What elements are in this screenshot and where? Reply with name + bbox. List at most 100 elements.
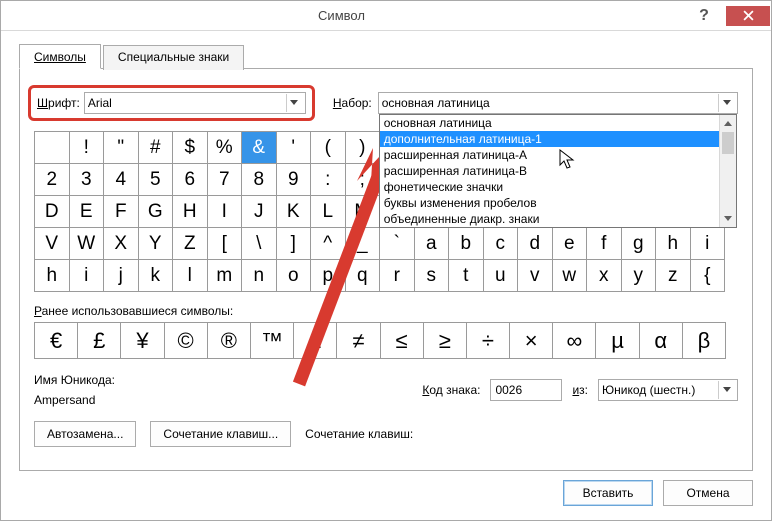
char-cell[interactable]: w (553, 260, 588, 292)
char-cell[interactable]: f (587, 228, 622, 260)
set-combo[interactable]: основная латиница основная латиницадопол… (378, 92, 738, 114)
char-cell[interactable]: i (70, 260, 105, 292)
char-cell[interactable]: L (311, 196, 346, 228)
char-cell[interactable]: t (449, 260, 484, 292)
char-cell[interactable]: ( (311, 132, 346, 164)
recent-cell[interactable]: ∞ (553, 323, 596, 359)
code-input[interactable] (490, 379, 562, 401)
recent-cell[interactable]: € (35, 323, 78, 359)
set-option[interactable]: основная латиница (380, 115, 719, 131)
char-cell[interactable]: Y (139, 228, 174, 260)
recent-cell[interactable]: β (683, 323, 726, 359)
char-cell[interactable]: e (553, 228, 588, 260)
char-cell[interactable]: 9 (277, 164, 312, 196)
shortcut-button[interactable]: Сочетание клавиш... (150, 421, 291, 447)
char-cell[interactable]: i (691, 228, 726, 260)
char-cell[interactable]: 4 (104, 164, 139, 196)
char-cell[interactable]: ^ (311, 228, 346, 260)
char-cell[interactable]: ' (277, 132, 312, 164)
char-cell[interactable]: M (346, 196, 381, 228)
cancel-button[interactable]: Отмена (663, 480, 753, 506)
char-cell[interactable]: 2 (35, 164, 70, 196)
char-cell[interactable]: 8 (242, 164, 277, 196)
tab-symbols[interactable]: Символы (19, 44, 101, 69)
char-cell[interactable]: $ (173, 132, 208, 164)
char-cell[interactable]: g (622, 228, 657, 260)
recent-cell[interactable]: ÷ (467, 323, 510, 359)
recent-cell[interactable]: × (510, 323, 553, 359)
recent-cell[interactable]: £ (78, 323, 121, 359)
char-cell[interactable]: b (449, 228, 484, 260)
recent-cell[interactable]: ™ (251, 323, 294, 359)
char-cell[interactable]: ; (346, 164, 381, 196)
char-cell[interactable]: { (691, 260, 726, 292)
char-cell[interactable]: " (104, 132, 139, 164)
char-cell[interactable]: % (208, 132, 243, 164)
char-cell[interactable]: : (311, 164, 346, 196)
autocorrect-button[interactable]: Автозамена... (34, 421, 136, 447)
char-cell[interactable]: r (380, 260, 415, 292)
char-cell[interactable]: ` (380, 228, 415, 260)
char-cell[interactable]: m (208, 260, 243, 292)
insert-button[interactable]: Вставить (563, 480, 653, 506)
char-cell[interactable]: 7 (208, 164, 243, 196)
char-cell[interactable]: 3 (70, 164, 105, 196)
recent-cell[interactable]: α (640, 323, 683, 359)
char-cell[interactable]: ] (277, 228, 312, 260)
char-cell[interactable]: s (415, 260, 450, 292)
char-cell[interactable]: k (139, 260, 174, 292)
char-cell[interactable]: o (277, 260, 312, 292)
help-button[interactable]: ? (682, 6, 726, 26)
set-option[interactable]: расширенная латиница-A (380, 147, 719, 163)
recent-cell[interactable]: ¥ (121, 323, 164, 359)
char-cell[interactable]: d (518, 228, 553, 260)
char-cell[interactable]: E (70, 196, 105, 228)
scroll-up-icon[interactable] (720, 115, 736, 132)
set-option[interactable]: расширенная латиница-B (380, 163, 719, 179)
char-cell[interactable]: _ (346, 228, 381, 260)
char-cell[interactable]: G (139, 196, 174, 228)
char-cell[interactable]: a (415, 228, 450, 260)
recent-cell[interactable]: ≥ (424, 323, 467, 359)
recent-cell[interactable]: ® (208, 323, 251, 359)
tab-special[interactable]: Специальные знаки (103, 45, 244, 70)
recent-cell[interactable]: µ (596, 323, 639, 359)
char-cell[interactable]: F (104, 196, 139, 228)
char-cell[interactable]: X (104, 228, 139, 260)
char-cell[interactable]: c (484, 228, 519, 260)
char-cell[interactable]: v (518, 260, 553, 292)
char-cell[interactable]: V (35, 228, 70, 260)
set-option[interactable]: дополнительная латиница-1 (380, 131, 719, 147)
set-option[interactable]: буквы изменения пробелов (380, 195, 719, 211)
from-combo[interactable]: Юникод (шестн.) (598, 379, 738, 401)
char-cell[interactable]: h (656, 228, 691, 260)
recent-cell[interactable]: ± (294, 323, 337, 359)
char-cell[interactable]: # (139, 132, 174, 164)
char-cell[interactable]: W (70, 228, 105, 260)
char-cell[interactable]: j (104, 260, 139, 292)
char-cell[interactable]: ) (346, 132, 381, 164)
char-cell[interactable]: D (35, 196, 70, 228)
char-cell[interactable]: 6 (173, 164, 208, 196)
char-cell[interactable]: l (173, 260, 208, 292)
scroll-thumb[interactable] (722, 132, 734, 154)
char-cell[interactable]: 5 (139, 164, 174, 196)
char-cell[interactable]: u (484, 260, 519, 292)
char-cell[interactable]: y (622, 260, 657, 292)
char-cell[interactable]: h (35, 260, 70, 292)
set-option[interactable]: объединенные диакр. знаки (380, 211, 719, 227)
char-cell[interactable]: n (242, 260, 277, 292)
close-button[interactable] (726, 6, 770, 26)
recent-cell[interactable]: ≤ (381, 323, 424, 359)
set-option[interactable]: фонетические значки (380, 179, 719, 195)
char-cell[interactable]: x (587, 260, 622, 292)
recent-cell[interactable]: © (165, 323, 208, 359)
font-combo[interactable]: Arial (84, 92, 306, 114)
char-cell[interactable]: [ (208, 228, 243, 260)
char-cell[interactable]: K (277, 196, 312, 228)
char-cell[interactable]: ! (70, 132, 105, 164)
recent-cell[interactable]: ≠ (337, 323, 380, 359)
char-cell[interactable]: z (656, 260, 691, 292)
char-cell[interactable]: \ (242, 228, 277, 260)
char-cell[interactable]: I (208, 196, 243, 228)
